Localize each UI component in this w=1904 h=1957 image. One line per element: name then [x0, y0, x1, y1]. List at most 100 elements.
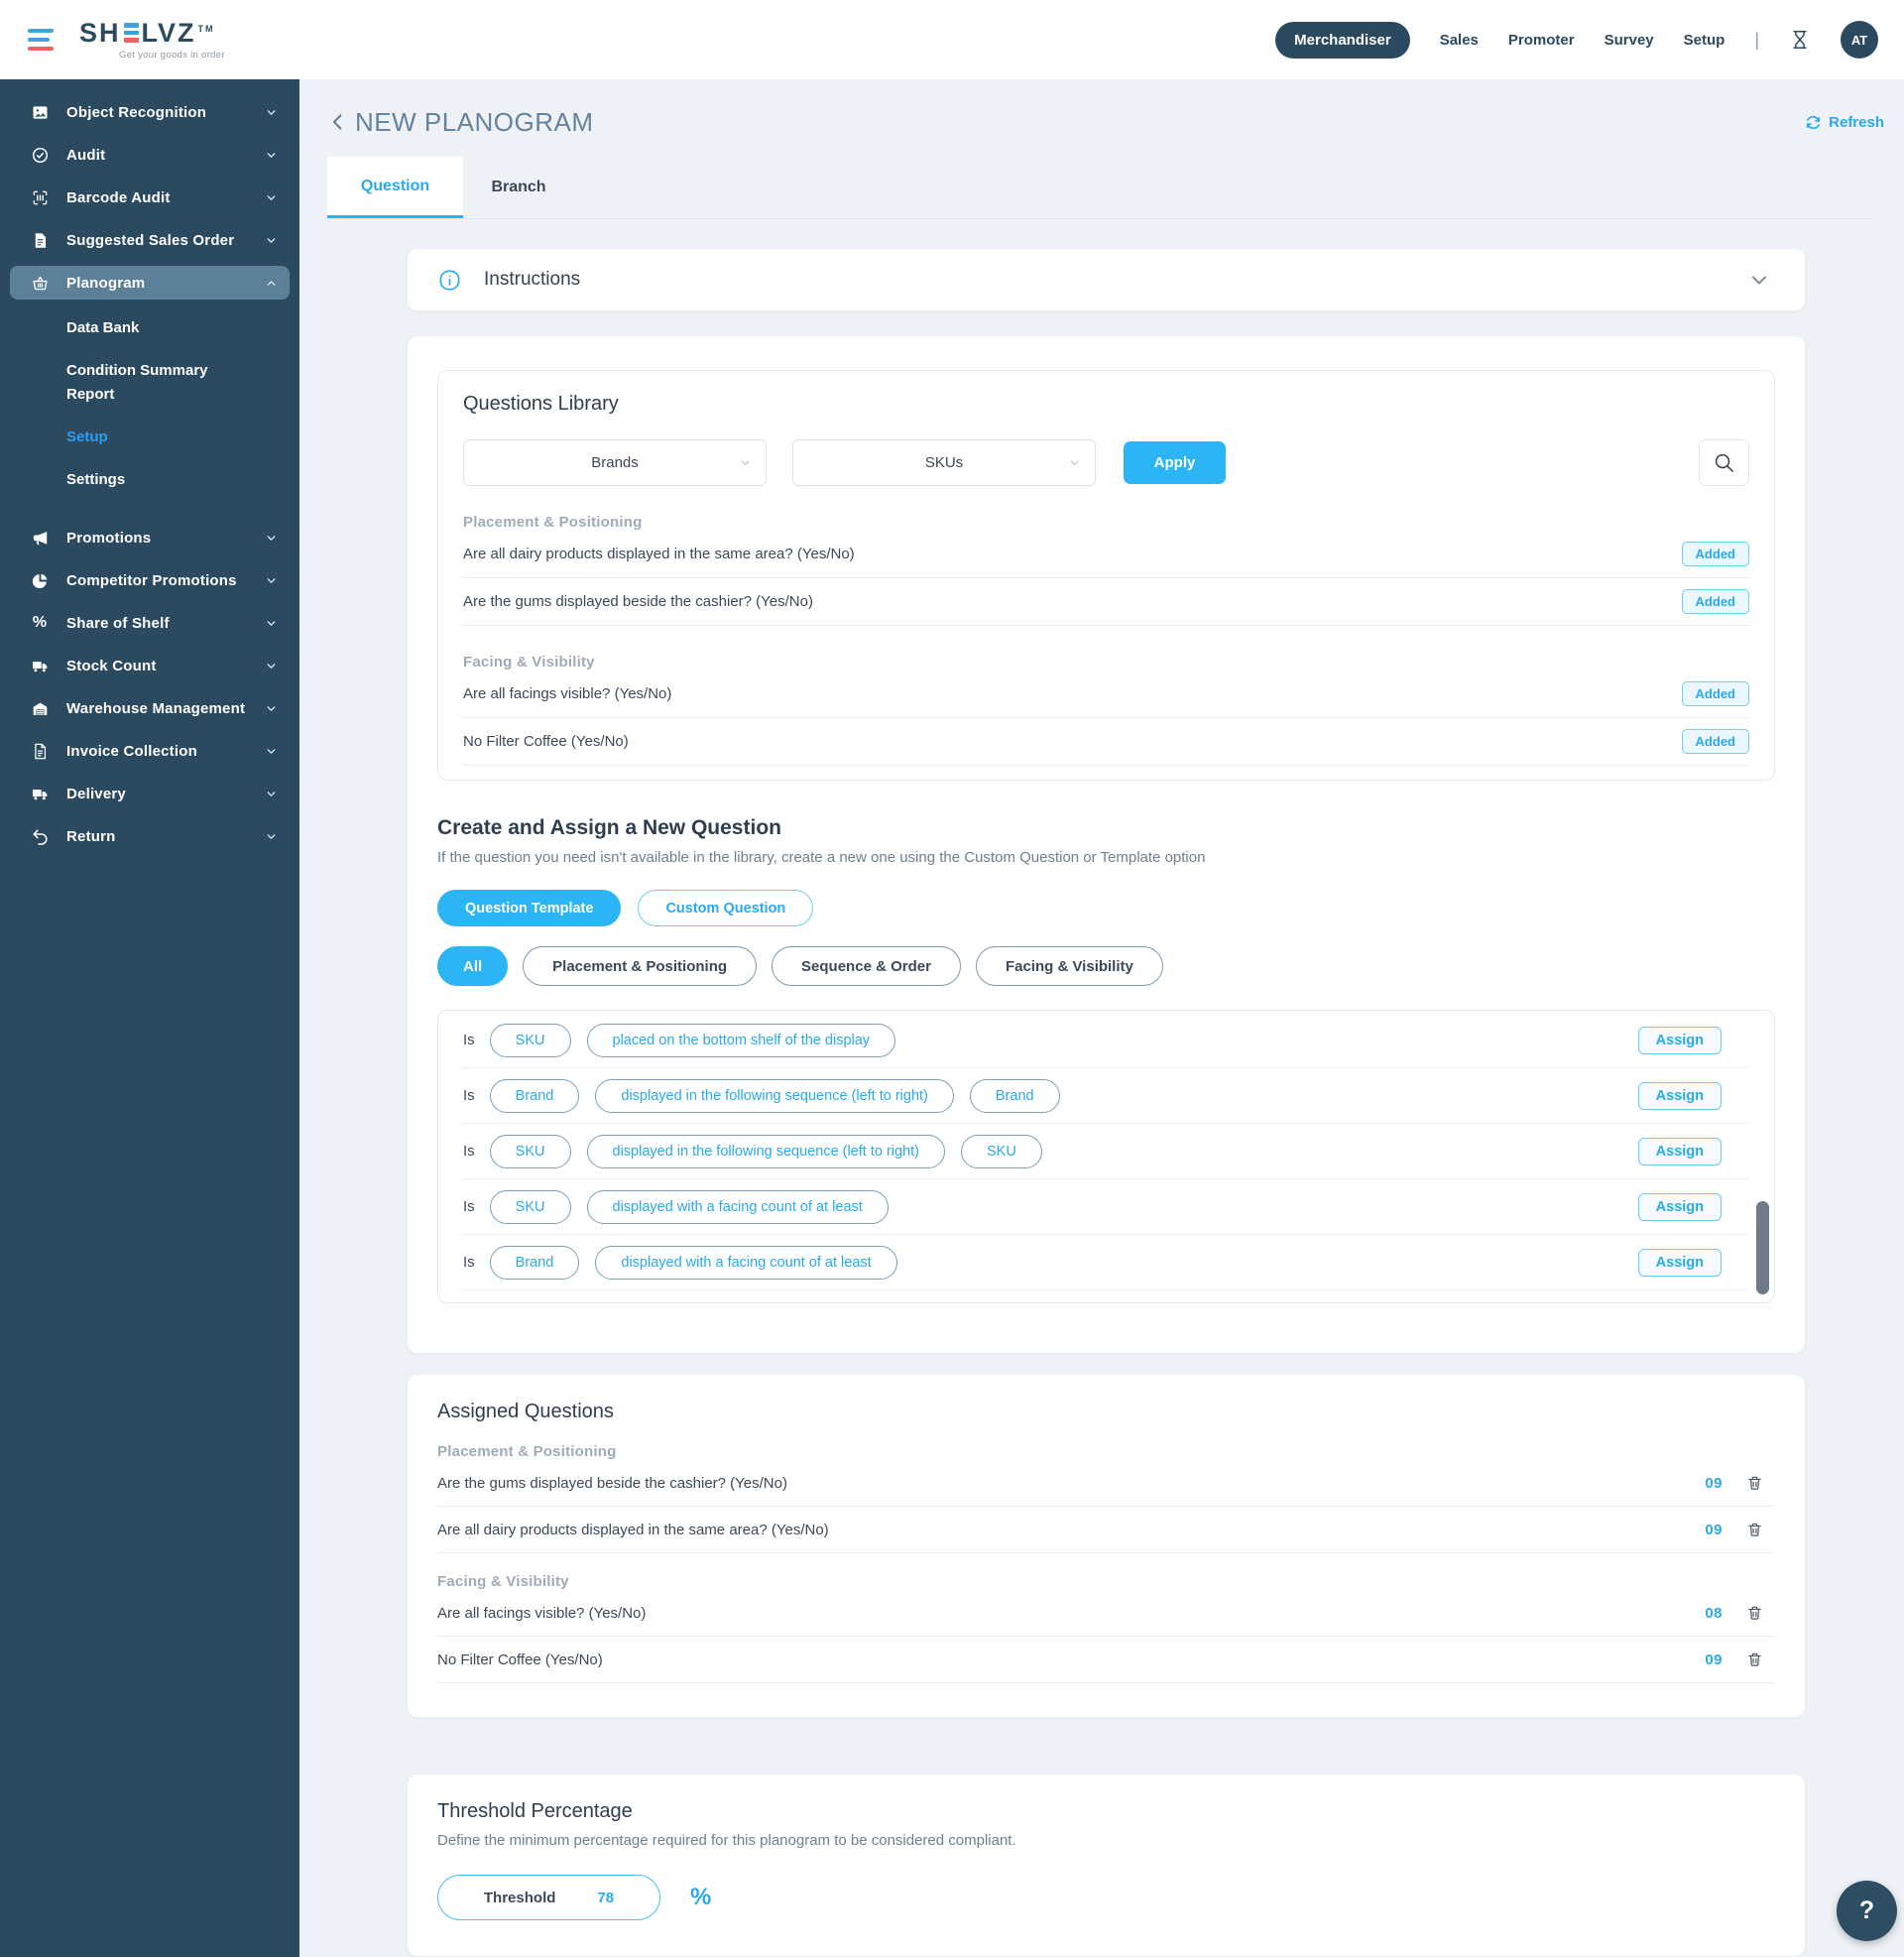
question-text: Are all dairy products displayed in the … — [437, 1522, 829, 1538]
template-rows: IsSKUplaced on the bottom shelf of the d… — [463, 1013, 1749, 1290]
back-chevron-icon[interactable] — [327, 111, 349, 133]
template-pill[interactable]: displayed in the following sequence (lef… — [595, 1079, 954, 1113]
sidebar-item-competitor-promotions[interactable]: Competitor Promotions — [10, 563, 290, 597]
sidebar-item-label: Planogram — [66, 275, 265, 292]
assign-button[interactable]: Assign — [1638, 1193, 1722, 1221]
threshold-title: Threshold Percentage — [437, 1800, 1775, 1823]
chevron-down-icon[interactable] — [1747, 268, 1771, 292]
search-button[interactable] — [1699, 439, 1749, 486]
brands-select[interactable]: Brands — [463, 439, 767, 486]
sidebar-item-planogram[interactable]: Planogram — [10, 266, 290, 300]
tab-question[interactable]: Question — [327, 157, 463, 218]
sidebar-item-label: Stock Count — [66, 658, 265, 674]
chevron-down-icon — [265, 617, 278, 630]
question-count: 09 — [1705, 1475, 1723, 1492]
mode-custom-question[interactable]: Custom Question — [638, 890, 813, 926]
sidebar-subitem-setup[interactable]: Setup — [66, 426, 240, 448]
added-badge[interactable]: Added — [1682, 589, 1749, 614]
template-pill[interactable]: displayed in the following sequence (lef… — [587, 1135, 946, 1168]
sidebar-subitem-condition-summary-report[interactable]: Condition Summary Report — [66, 359, 240, 406]
sidebar-item-barcode-audit[interactable]: Barcode Audit — [10, 181, 290, 214]
template-pill[interactable]: displayed with a facing count of at leas… — [587, 1190, 889, 1224]
template-pill[interactable]: SKU — [961, 1135, 1042, 1168]
assign-button[interactable]: Assign — [1638, 1082, 1722, 1110]
apply-button[interactable]: Apply — [1124, 441, 1226, 484]
tabs-row: Question Branch — [327, 157, 1874, 219]
skus-select[interactable]: SKUs — [792, 439, 1096, 486]
chevron-down-icon — [738, 455, 753, 470]
trash-icon[interactable] — [1746, 1474, 1763, 1492]
question-setup-card: Questions Library Brands SKUs — [408, 336, 1805, 1353]
added-badge[interactable]: Added — [1682, 729, 1749, 754]
template-pill[interactable]: displayed with a facing count of at leas… — [595, 1246, 896, 1280]
refresh-button[interactable]: Refresh — [1805, 114, 1884, 131]
create-assign-title: Create and Assign a New Question — [437, 816, 1775, 840]
brand-tagline: Get your goods in order — [119, 50, 225, 61]
help-button[interactable]: ? — [1837, 1881, 1897, 1941]
added-badge[interactable]: Added — [1682, 542, 1749, 566]
question-text: Are all facings visible? (Yes/No) — [463, 685, 671, 702]
category-sequence-and-order[interactable]: Sequence & Order — [772, 946, 961, 986]
template-row: IsBranddisplayed with a facing count of … — [463, 1235, 1749, 1290]
page-head: NEW PLANOGRAM Refresh — [327, 97, 1884, 147]
instructions-panel[interactable]: Instructions — [408, 249, 1805, 310]
trash-icon[interactable] — [1746, 1651, 1763, 1668]
sidebar-subitem-data-bank[interactable]: Data Bank — [66, 316, 240, 339]
template-pill[interactable]: placed on the bottom shelf of the displa… — [587, 1024, 896, 1057]
section-label: Placement & Positioning — [463, 514, 1749, 531]
sidebar-item-delivery[interactable]: Delivery — [10, 777, 290, 810]
scrollbar-thumb[interactable] — [1756, 1201, 1769, 1294]
category-facing-and-visibility[interactable]: Facing & Visibility — [976, 946, 1163, 986]
questions-library-title: Questions Library — [463, 393, 1749, 416]
nav-merchandiser[interactable]: Merchandiser — [1275, 22, 1410, 59]
threshold-input[interactable]: Threshold 78 — [437, 1875, 660, 1920]
nav-promoter[interactable]: Promoter — [1508, 32, 1575, 49]
added-badge[interactable]: Added — [1682, 681, 1749, 706]
category-placement-and-positioning[interactable]: Placement & Positioning — [523, 946, 757, 986]
sidebar-item-return[interactable]: Return — [10, 819, 290, 853]
nav-survey[interactable]: Survey — [1605, 32, 1654, 49]
sidebar-item-label: Warehouse Management — [66, 700, 265, 717]
tab-branch[interactable]: Branch — [463, 157, 574, 218]
assign-button[interactable]: Assign — [1638, 1249, 1722, 1277]
question-count: 09 — [1705, 1522, 1723, 1538]
trash-icon[interactable] — [1746, 1604, 1763, 1622]
questions-library-controls: Brands SKUs Apply — [463, 439, 1749, 486]
template-pill[interactable]: Brand — [490, 1079, 580, 1113]
question-text: Are all facings visible? (Yes/No) — [437, 1605, 646, 1622]
main-content: NEW PLANOGRAM Refresh Question Branch In… — [299, 79, 1904, 1956]
logo-e-bars-icon — [124, 23, 139, 43]
sidebar-item-stock-count[interactable]: Stock Count — [10, 649, 290, 682]
library-question-list: Placement & Positioning Are all dairy pr… — [463, 514, 1749, 766]
hamburger-menu-icon[interactable] — [28, 29, 54, 51]
template-pill[interactable]: SKU — [490, 1135, 571, 1168]
sidebar-item-promotions[interactable]: Promotions — [10, 521, 290, 554]
trash-icon[interactable] — [1746, 1521, 1763, 1538]
assign-button[interactable]: Assign — [1638, 1027, 1722, 1054]
sidebar-item-share-of-shelf[interactable]: % Share of Shelf — [10, 606, 290, 640]
sidebar-subitem-settings[interactable]: Settings — [66, 468, 240, 491]
return-arrow-icon — [30, 826, 50, 846]
sidebar-item-label: Suggested Sales Order — [66, 232, 265, 249]
mode-question-template[interactable]: Question Template — [437, 890, 621, 926]
hourglass-icon[interactable] — [1789, 29, 1811, 51]
sidebar-item-label: Invoice Collection — [66, 743, 265, 760]
template-pill[interactable]: Brand — [970, 1079, 1060, 1113]
instructions-label: Instructions — [484, 269, 580, 291]
question-count: 08 — [1705, 1605, 1723, 1622]
nav-sales[interactable]: Sales — [1440, 32, 1479, 49]
create-assign-section: Create and Assign a New Question If the … — [437, 816, 1775, 1303]
template-pill[interactable]: SKU — [490, 1190, 571, 1224]
sidebar-item-invoice-collection[interactable]: Invoice Collection — [10, 734, 290, 768]
category-all[interactable]: All — [437, 946, 508, 986]
nav-setup[interactable]: Setup — [1684, 32, 1726, 49]
template-pill[interactable]: Brand — [490, 1246, 580, 1280]
sidebar-item-warehouse-management[interactable]: Warehouse Management — [10, 691, 290, 725]
sidebar-item-suggested-sales-order[interactable]: Suggested Sales Order — [10, 223, 290, 257]
sidebar-item-object-recognition[interactable]: Object Recognition — [10, 95, 290, 129]
avatar[interactable]: AT — [1841, 21, 1878, 59]
assign-button[interactable]: Assign — [1638, 1138, 1722, 1165]
sidebar-item-audit[interactable]: Audit — [10, 138, 290, 172]
brand-logo-text: SH LVZ TM — [79, 20, 225, 47]
template-pill[interactable]: SKU — [490, 1024, 571, 1057]
